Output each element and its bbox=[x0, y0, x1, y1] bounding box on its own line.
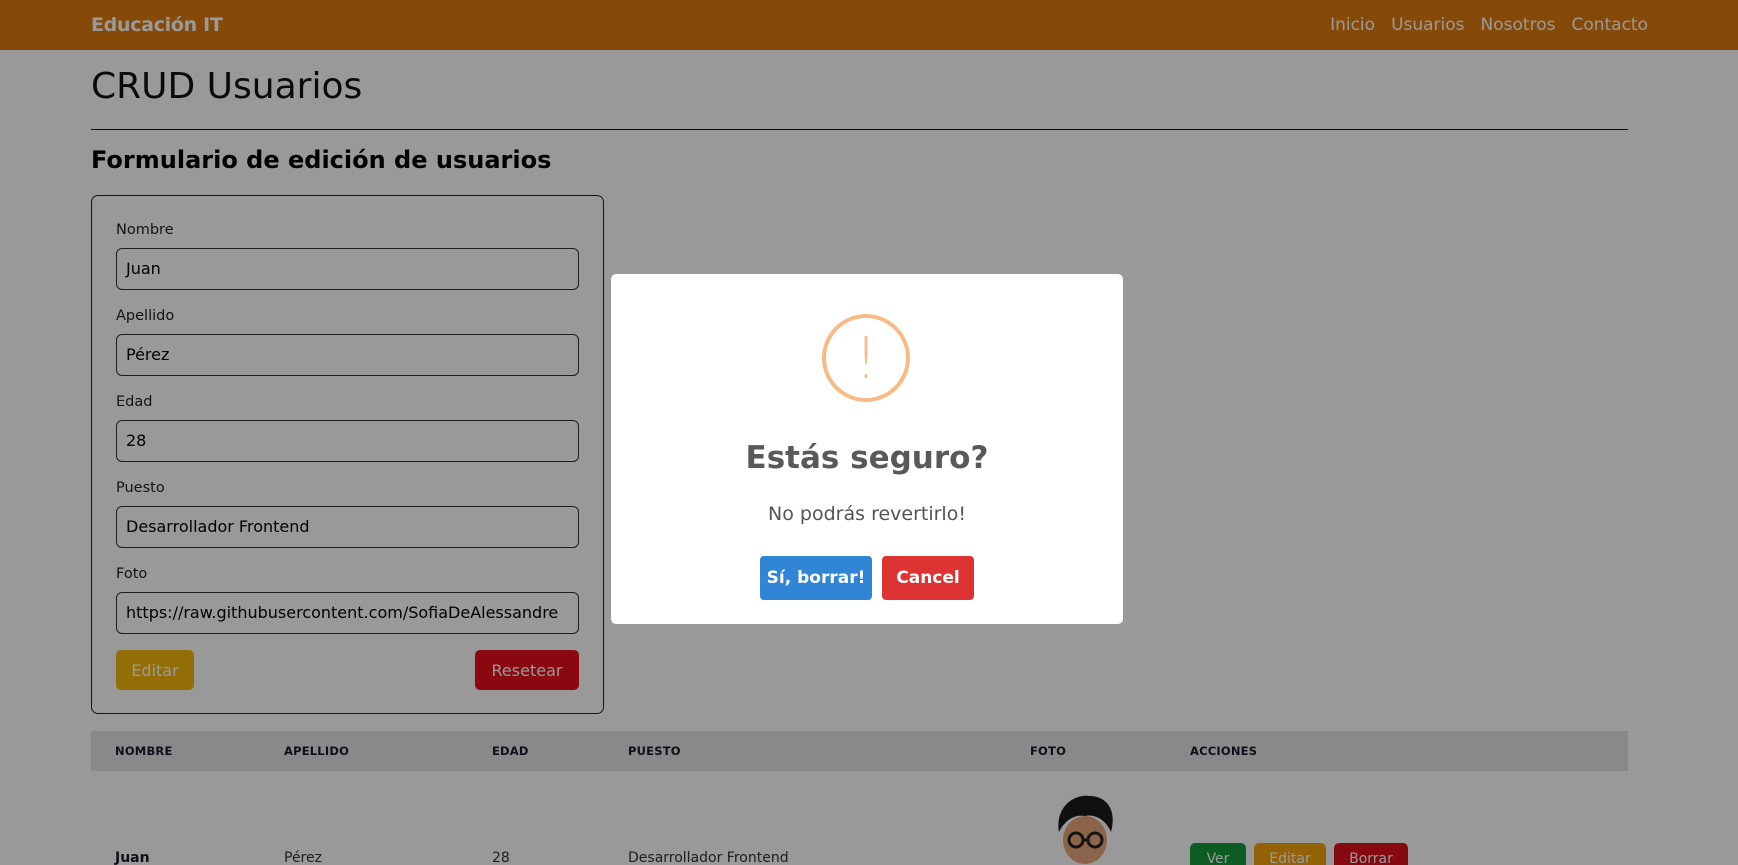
dialog-message: No podrás revertirlo! bbox=[768, 503, 966, 525]
cancel-button[interactable]: Cancel bbox=[882, 556, 974, 600]
confirm-delete-button[interactable]: Sí, borrar! bbox=[760, 556, 872, 600]
confirm-dialog: ! Estás seguro? No podrás revertirlo! Sí… bbox=[611, 274, 1123, 624]
dialog-title: Estás seguro? bbox=[745, 440, 989, 476]
warning-icon: ! bbox=[822, 314, 910, 402]
